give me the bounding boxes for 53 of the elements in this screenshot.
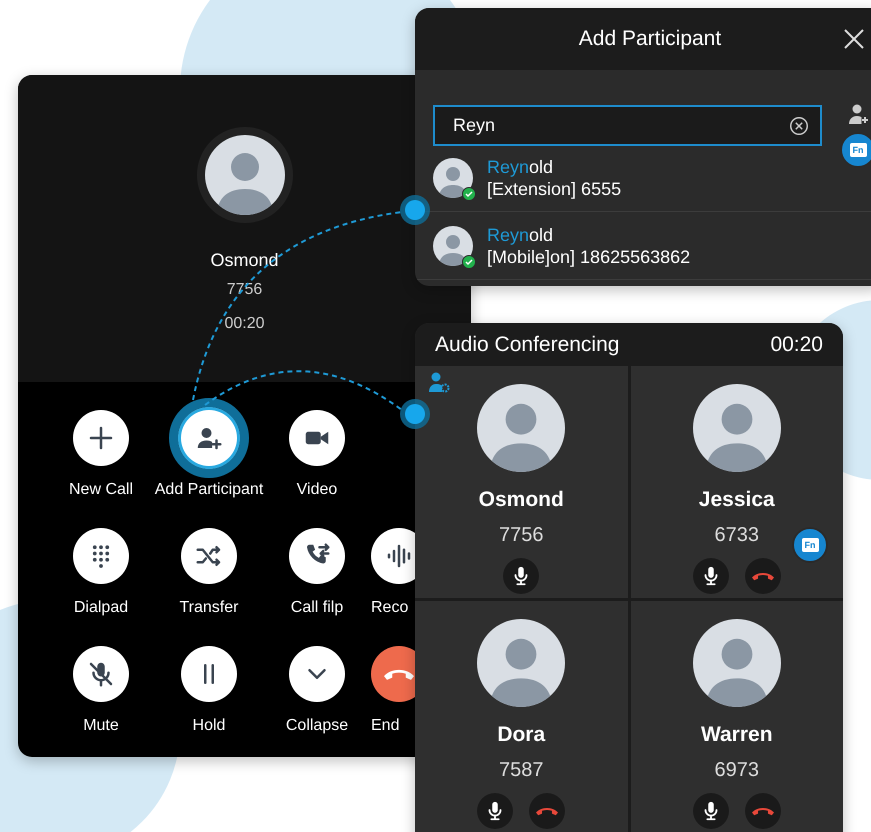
hangup-button[interactable] (744, 558, 781, 594)
action-label: Mute (83, 716, 119, 736)
action-label: Transfer (180, 598, 238, 618)
hangup-icon (752, 806, 774, 816)
participant-number: 7587 (499, 758, 544, 782)
participant-number: 6733 (714, 522, 759, 548)
conference-timer: 00:20 (770, 332, 823, 358)
participant-name: Jessica (698, 487, 775, 513)
action-label: Add Participant (154, 480, 264, 500)
person-gear-icon[interactable] (427, 370, 451, 394)
connector-dot (400, 399, 430, 429)
close-icon[interactable] (842, 27, 866, 51)
contact-name: Osmond (210, 249, 279, 272)
participant-number: 7756 (499, 522, 544, 548)
participant-name: Dora (497, 722, 546, 748)
connector-dot (400, 195, 430, 225)
contact-detail: [Extension] 6555 (487, 178, 622, 200)
avatar (433, 158, 473, 198)
action-label: Reco (371, 598, 408, 618)
action-label: New Call (68, 480, 133, 500)
window-title: Add Participant (578, 26, 722, 52)
mute-button[interactable] (692, 792, 729, 828)
clear-icon[interactable] (788, 114, 810, 136)
contact-name: Reynold (487, 156, 554, 178)
end-call-button[interactable] (371, 646, 415, 702)
avatar (433, 226, 473, 266)
add-contact-icon[interactable] (846, 102, 870, 126)
action-label: Video (296, 480, 338, 500)
mute-button[interactable] (477, 792, 514, 828)
window-title: Audio Conferencing (435, 332, 620, 358)
mute-button[interactable] (503, 558, 540, 594)
hangup-icon (752, 570, 774, 580)
participant-name: Osmond (478, 487, 564, 513)
contact-detail: [Mobile]on] 18625563862 (487, 246, 690, 268)
contact-number: 7756 (226, 280, 262, 300)
action-label: Dialpad (74, 598, 128, 618)
search-field[interactable]: Reyn (433, 104, 822, 146)
hangup-button[interactable] (529, 792, 566, 828)
mute-button[interactable] (692, 558, 729, 594)
fn-badge[interactable]: Fn (840, 132, 871, 168)
hangup-button[interactable] (744, 792, 781, 828)
participant-number: 6973 (714, 758, 759, 782)
contact-result[interactable]: Reynold [Mobile]on] 18625563862 (415, 212, 871, 280)
contact-name: Reynold (487, 224, 554, 246)
participant-name: Warren (700, 722, 773, 748)
action-label: End (371, 716, 400, 736)
hangup-icon (384, 667, 414, 681)
record-button[interactable] (371, 528, 415, 584)
action-label: Hold (192, 716, 226, 736)
call-duration: 00:20 (224, 314, 265, 334)
action-label: Call filp (290, 598, 344, 618)
hangup-icon (536, 806, 558, 816)
action-label: Collapse (286, 716, 348, 736)
